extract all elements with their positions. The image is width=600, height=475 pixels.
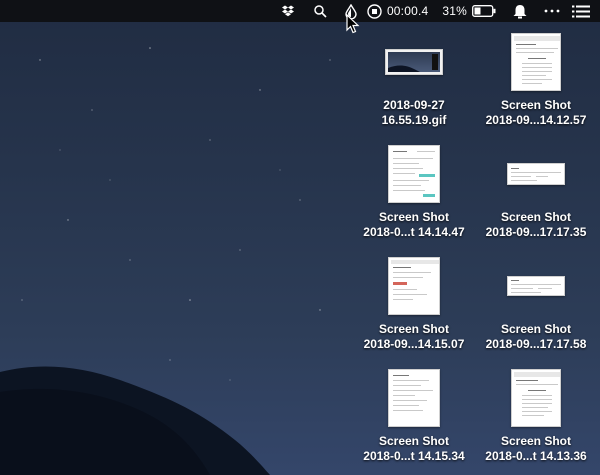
dropbox-icon[interactable] — [281, 0, 294, 22]
notification-icon[interactable] — [512, 0, 528, 22]
file-name-line2: 2018-09...17.17.35 — [485, 225, 587, 239]
file-name-line1: Screen Shot — [378, 322, 450, 336]
desktop-file-gif[interactable]: 2018-09-27 16.55.19.gif — [354, 32, 474, 128]
file-name-line1: 2018-09-27 — [383, 98, 445, 112]
list-icon[interactable] — [572, 0, 590, 22]
file-thumbnail — [511, 368, 561, 428]
desktop-file-screenshot[interactable]: Screen Shot 2018-0...t 14.14.47 — [354, 144, 474, 240]
file-name-line1: Screen Shot — [500, 322, 572, 336]
file-thumbnail — [507, 144, 565, 204]
file-name-line1: Screen Shot — [500, 434, 572, 448]
desktop-file-screenshot[interactable]: Screen Shot 2018-09...17.17.58 — [476, 256, 596, 352]
file-name-line2: 2018-0...t 14.15.34 — [363, 449, 465, 463]
file-name-line2: 2018-0...t 14.14.47 — [363, 225, 465, 239]
file-name-line1: Screen Shot — [378, 434, 450, 448]
file-thumbnail — [388, 144, 440, 204]
menu-bar: 00:00.4 31% — [0, 0, 600, 22]
file-name-line2: 2018-09...14.15.07 — [363, 337, 465, 351]
battery-icon[interactable] — [472, 0, 496, 22]
file-thumbnail — [511, 32, 561, 92]
mouse-cursor-icon — [346, 14, 360, 34]
desktop-file-screenshot[interactable]: Screen Shot 2018-0...t 14.15.34 — [354, 368, 474, 464]
desktop-file-screenshot[interactable]: Screen Shot 2018-09...17.17.35 — [476, 144, 596, 240]
file-name-line1: Screen Shot — [500, 210, 572, 224]
desktop-file-screenshot[interactable]: Screen Shot 2018-09...14.12.57 — [476, 32, 596, 128]
battery-percent: 31% — [442, 4, 467, 18]
file-name-line1: Screen Shot — [500, 98, 572, 112]
record-timer: 00:00.4 — [386, 4, 429, 18]
desktop-file-screenshot[interactable]: Screen Shot 2018-09...14.15.07 — [354, 256, 474, 352]
file-thumbnail — [388, 256, 440, 316]
search-icon[interactable] — [314, 0, 327, 22]
more-icon[interactable] — [544, 0, 560, 22]
desktop[interactable]: 00:00.4 31% 2018-09-27 16.55.19.gif Scre… — [0, 0, 600, 475]
record-stop-icon[interactable] — [367, 0, 382, 22]
file-name-line2: 2018-0...t 14.13.36 — [485, 449, 587, 463]
file-name-line2: 2018-09...14.12.57 — [485, 113, 587, 127]
desktop-file-screenshot[interactable]: Screen Shot 2018-0...t 14.13.36 — [476, 368, 596, 464]
file-name-line2: 16.55.19.gif — [381, 113, 447, 127]
file-thumbnail — [385, 32, 443, 92]
file-thumbnail — [507, 256, 565, 316]
file-thumbnail — [388, 368, 440, 428]
file-name-line1: Screen Shot — [378, 210, 450, 224]
file-name-line2: 2018-09...17.17.58 — [485, 337, 587, 351]
